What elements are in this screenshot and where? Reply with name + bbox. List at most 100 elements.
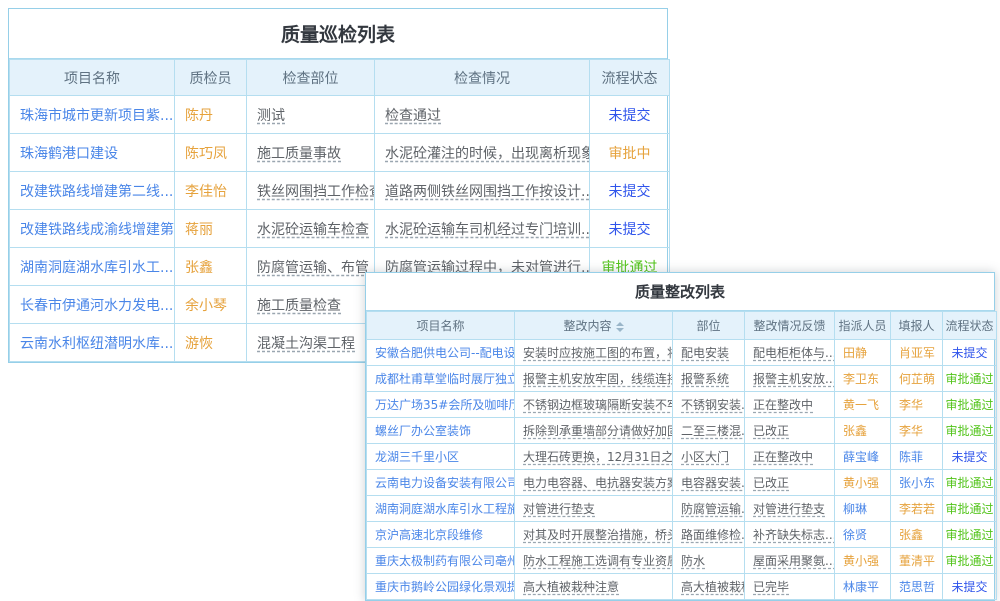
column-header-content[interactable]: 整改内容 [515, 312, 673, 340]
inspector-cell: 李佳怡 [175, 172, 247, 210]
status-cell: 未提交 [943, 340, 997, 366]
location-text: 施工质量事故 [257, 146, 341, 162]
project-link[interactable]: 重庆太极制药有限公司亳州中... [375, 554, 515, 568]
project-link[interactable]: 安徽合肥供电公司--配电设备... [375, 346, 515, 360]
assignee-cell: 黄一飞 [835, 392, 891, 418]
inspector-cell: 陈巧凤 [175, 134, 247, 172]
part-cell: 二至三楼混... [673, 418, 745, 444]
inspector-text: 陈巧凤 [185, 146, 227, 162]
project-link[interactable]: 珠海鹤港口建设 [20, 146, 118, 162]
inspector-cell: 陈丹 [175, 96, 247, 134]
sort-desc-icon [616, 328, 624, 332]
content-text: 电力电容器、电抗器安装方案... [523, 476, 673, 490]
project-cell: 龙湖三千里小区 [367, 444, 515, 470]
content-cell: 电力电容器、电抗器安装方案... [515, 470, 673, 496]
part-cell: 路面维修检... [673, 522, 745, 548]
reporter-cell: 肖亚军 [891, 340, 943, 366]
project-link[interactable]: 京沪高速北京段维修 [375, 528, 483, 542]
reporter-cell: 董清平 [891, 548, 943, 574]
content-text: 对管进行垫支 [523, 502, 595, 516]
project-link[interactable]: 云南水利枢纽潜明水库... [20, 336, 173, 352]
project-link[interactable]: 万达广场35#会所及咖啡厅空... [375, 398, 515, 412]
status-badge: 未提交 [951, 580, 987, 594]
assignee-text: 柳琳 [843, 502, 867, 516]
status-badge: 未提交 [609, 108, 651, 124]
column-header-status: 流程状态 [590, 60, 670, 96]
location-text: 防腐管运输、布管 [257, 260, 369, 276]
status-badge: 未提交 [609, 222, 651, 238]
project-link[interactable]: 重庆市鹅岭公园绿化景观提升... [375, 580, 515, 594]
assignee-text: 黄一飞 [843, 398, 879, 412]
feedback-text: 对管进行垫支 [753, 502, 825, 516]
feedback-text: 已改正 [753, 424, 789, 438]
page: 质量巡检列表 项目名称质检员检查部位检查情况流程状态 珠海市城市更新项目紫...… [0, 0, 1000, 600]
location-text: 混凝土沟渠工程 [257, 336, 355, 352]
project-cell: 安徽合肥供电公司--配电设备... [367, 340, 515, 366]
project-cell: 螺丝厂办公室装饰 [367, 418, 515, 444]
status-cell: 审批中 [590, 134, 670, 172]
project-link[interactable]: 成都杜甫草堂临时展厅独立展... [375, 372, 515, 386]
sort-asc-icon [616, 322, 624, 326]
column-header-status: 流程状态 [943, 312, 997, 340]
location-cell: 测试 [247, 96, 375, 134]
status-cell: 审批通过 [943, 418, 997, 444]
project-link[interactable]: 湖南洞庭湖水库引水工程施工1标 [375, 502, 515, 516]
project-cell: 万达广场35#会所及咖啡厅空... [367, 392, 515, 418]
column-header-project: 项目名称 [367, 312, 515, 340]
status-badge: 审批中 [609, 146, 651, 162]
location-cell: 施工质量检查 [247, 286, 375, 324]
assignee-text: 黄小强 [843, 476, 879, 490]
feedback-cell: 补齐缺失标志... [745, 522, 835, 548]
table-row: 改建铁路线成渝线增建第...蒋丽水泥砼运输车检查水泥砼运输车司机经过专门培训..… [10, 210, 670, 248]
assignee-cell: 薛宝峰 [835, 444, 891, 470]
project-cell: 云南电力设备安装有限公司20... [367, 470, 515, 496]
column-header-label: 填报人 [898, 319, 934, 333]
project-cell: 长春市伊通河水力发电... [10, 286, 175, 324]
project-link[interactable]: 改建铁路线增建第二线... [20, 184, 173, 200]
reporter-text: 李华 [899, 424, 923, 438]
table-row: 龙湖三千里小区大理石砖更换，12月31日之...小区大门正在整改中薛宝峰陈菲未提… [367, 444, 997, 470]
status-cell: 未提交 [943, 574, 997, 600]
feedback-text: 正在整改中 [753, 450, 813, 464]
sort-icon[interactable] [616, 322, 624, 332]
project-link[interactable]: 长春市伊通河水力发电... [20, 298, 173, 314]
content-cell: 报警主机安放牢固，线缆连接... [515, 366, 673, 392]
feedback-cell: 已完毕 [745, 574, 835, 600]
part-text: 小区大门 [681, 450, 729, 464]
reporter-text: 李若若 [899, 502, 935, 516]
part-cell: 防腐管运输... [673, 496, 745, 522]
table-row: 湖南洞庭湖水库引水工程施工1标对管进行垫支防腐管运输...对管进行垫支柳琳李若若… [367, 496, 997, 522]
table-row: 云南电力设备安装有限公司20...电力电容器、电抗器安装方案...电容器安装..… [367, 470, 997, 496]
column-header-location: 检查部位 [247, 60, 375, 96]
project-link[interactable]: 云南电力设备安装有限公司20... [375, 476, 515, 490]
feedback-cell: 已改正 [745, 418, 835, 444]
inspector-text: 陈丹 [185, 108, 213, 124]
assignee-cell: 张鑫 [835, 418, 891, 444]
reporter-cell: 李若若 [891, 496, 943, 522]
content-cell: 高大植被栽种注意 [515, 574, 673, 600]
part-text: 报警系统 [681, 372, 729, 386]
inspector-text: 张鑫 [185, 260, 213, 276]
project-link[interactable]: 湖南洞庭湖水库引水工... [20, 260, 173, 276]
content-text: 不锈钢边框玻璃隔断安装不牢... [523, 398, 673, 412]
part-text: 防腐管运输... [681, 502, 745, 516]
project-link[interactable]: 改建铁路线成渝线增建第... [20, 222, 175, 238]
reporter-text: 肖亚军 [899, 346, 935, 360]
location-cell: 水泥砼运输车检查 [247, 210, 375, 248]
feedback-cell: 配电柜柜体与... [745, 340, 835, 366]
assignee-text: 薛宝峰 [843, 450, 879, 464]
project-link[interactable]: 螺丝厂办公室装饰 [375, 424, 471, 438]
location-text: 水泥砼运输车检查 [257, 222, 369, 238]
content-cell: 拆除到承重墙部分请做好加固... [515, 418, 673, 444]
situation-text: 检查通过 [385, 108, 441, 124]
location-text: 施工质量检查 [257, 298, 341, 314]
project-link[interactable]: 珠海市城市更新项目紫... [20, 108, 173, 124]
reporter-text: 范思哲 [899, 580, 935, 594]
situation-text: 水泥砼运输车司机经过专门培训... [385, 222, 590, 238]
feedback-text: 配电柜柜体与... [753, 346, 835, 360]
inspector-text: 余小琴 [185, 298, 227, 314]
status-cell: 未提交 [590, 172, 670, 210]
table-row: 珠海鹤港口建设陈巧凤施工质量事故水泥砼灌注的时候，出现离析现象审批中 [10, 134, 670, 172]
project-link[interactable]: 龙湖三千里小区 [375, 450, 459, 464]
situation-cell: 检查通过 [375, 96, 590, 134]
